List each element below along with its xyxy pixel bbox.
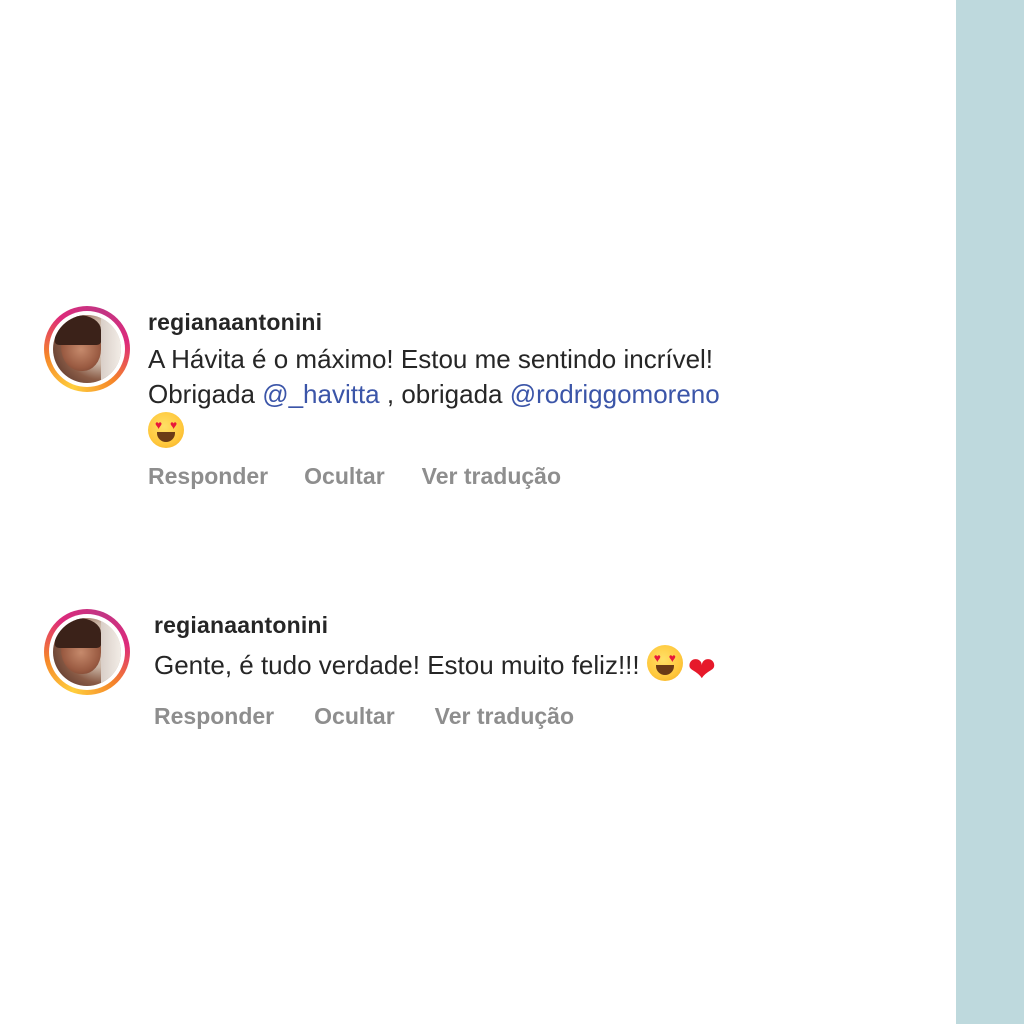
hide-button[interactable]: Ocultar <box>304 462 385 490</box>
hide-button[interactable]: Ocultar <box>314 702 395 730</box>
smiling-face-with-heart-eyes-icon: ♥ ♥ <box>148 412 184 448</box>
comments-screenshot: regianaantonini A Hávita é o máximo! Est… <box>0 0 956 1024</box>
profile-photo <box>53 315 121 383</box>
comment-text: A Hávita é o máximo! Estou me sentindo i… <box>148 342 928 450</box>
comment-text-line: Gente, é tudo verdade! Estou muito feliz… <box>154 650 640 680</box>
mention-link[interactable]: @rodriggomoreno <box>510 379 720 409</box>
mention-link[interactable]: @_havitta <box>262 379 379 409</box>
comment-body: regianaantonini A Hávita é o máximo! Est… <box>148 306 928 490</box>
comment-actions: Responder Ocultar Ver tradução <box>148 462 928 490</box>
username[interactable]: regianaantonini <box>148 308 928 336</box>
reply-button[interactable]: Responder <box>154 702 274 730</box>
see-translation-button[interactable]: Ver tradução <box>435 702 574 730</box>
comment-text-segment: , obrigada <box>379 379 510 409</box>
username[interactable]: regianaantonini <box>154 611 934 639</box>
side-strip <box>956 0 1024 1024</box>
comment-actions: Responder Ocultar Ver tradução <box>154 702 934 730</box>
see-translation-button[interactable]: Ver tradução <box>422 462 561 490</box>
smiling-face-with-heart-eyes-icon: ♥ ♥ <box>646 645 683 681</box>
comment-text-segment: Obrigada <box>148 379 263 409</box>
avatar[interactable] <box>44 609 130 695</box>
reply-button[interactable]: Responder <box>148 462 268 490</box>
profile-photo <box>53 618 121 686</box>
comment-text-line: A Hávita é o máximo! Estou me sentindo i… <box>148 344 714 374</box>
red-heart-icon: ❤ <box>687 651 717 689</box>
comment-text: Gente, é tudo verdade! Estou muito feliz… <box>154 645 934 688</box>
avatar[interactable] <box>44 306 130 392</box>
comment-body: regianaantonini Gente, é tudo verdade! E… <box>154 609 934 730</box>
